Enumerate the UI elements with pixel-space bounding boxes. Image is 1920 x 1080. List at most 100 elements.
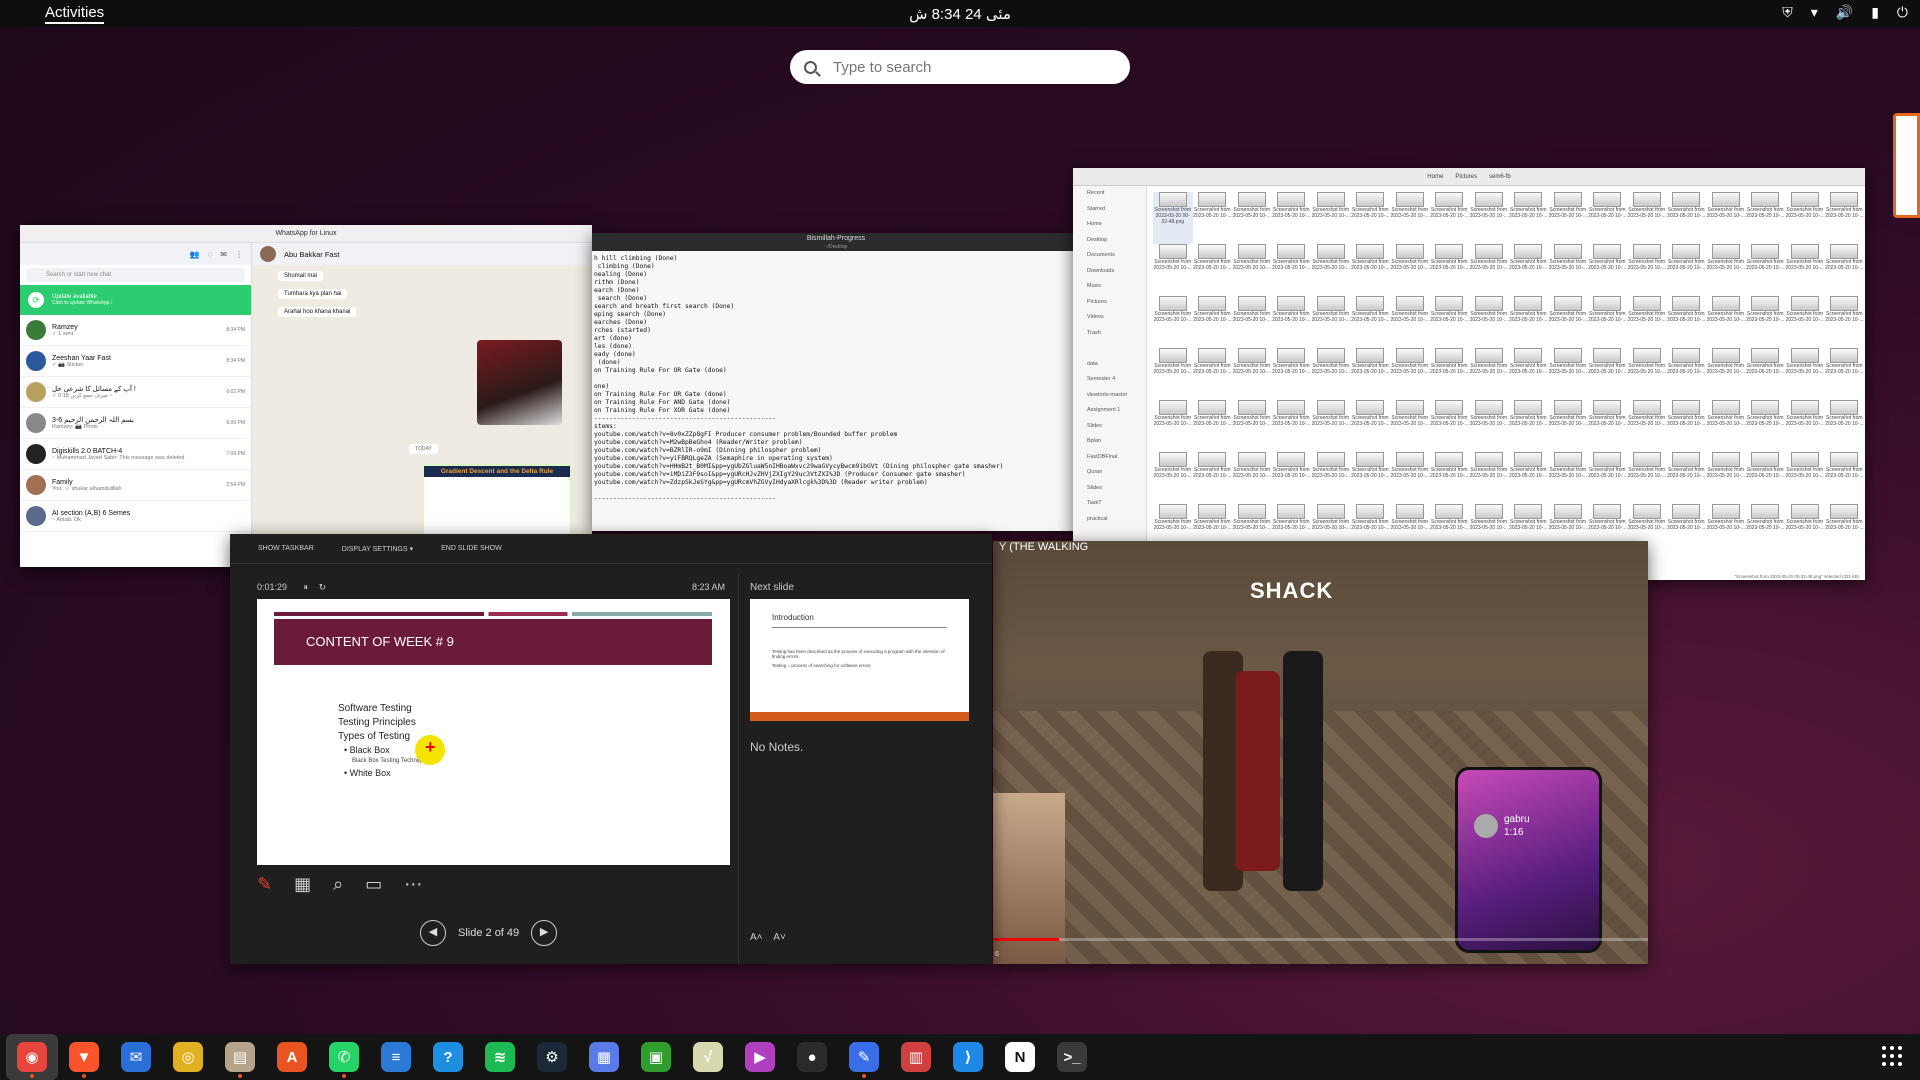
file-item[interactable]: Screenshot from 2023-05-20 10-... <box>1193 244 1233 296</box>
slide-counter[interactable]: Slide 2 of 49 <box>458 927 519 939</box>
sidebar-item[interactable]: practical <box>1073 516 1146 532</box>
file-item[interactable]: Screenshot from 2023-05-20 10-... <box>1667 348 1707 400</box>
file-item[interactable]: Screenshot from 2023-05-20 10-... <box>1627 244 1667 296</box>
file-item[interactable]: Screenshot from 2023-05-20 10-... <box>1825 504 1865 556</box>
help-icon[interactable]: ? <box>433 1042 463 1072</box>
file-item[interactable]: Screenshot from 2023-05-20 10-... <box>1153 452 1193 504</box>
file-item[interactable]: Screenshot from 2023-05-20 10-... <box>1272 244 1312 296</box>
sidebar-item[interactable]: Semester 4 <box>1073 376 1146 392</box>
file-item[interactable]: Screenshot from 2023-05-20 10-... <box>1746 296 1786 348</box>
file-item[interactable]: Screenshot from 2023-05-20 10-... <box>1430 400 1470 452</box>
avatar[interactable] <box>26 351 46 371</box>
dock-item[interactable]: ▤ <box>214 1034 266 1080</box>
sidebar-item[interactable]: data <box>1073 361 1146 377</box>
dock-item[interactable]: ▶ <box>734 1034 786 1080</box>
show-applications-icon[interactable] <box>1882 1046 1902 1066</box>
file-item[interactable]: Screenshot from 2023-05-20 10-... <box>1351 296 1391 348</box>
libreoffice-writer-icon[interactable]: ≡ <box>381 1042 411 1072</box>
file-item[interactable]: Screenshot from 2023-05-20 10-... <box>1390 192 1430 244</box>
dock-item[interactable]: ✎ <box>838 1034 890 1080</box>
file-item[interactable]: Screenshot from 2023-05-20 10-... <box>1311 244 1351 296</box>
video-player-icon[interactable]: ▶ <box>745 1042 775 1072</box>
file-item[interactable]: Screenshot from 2023-05-20 10-... <box>1509 348 1549 400</box>
file-item[interactable]: Screenshot from 2023-05-20 10-... <box>1785 296 1825 348</box>
file-item[interactable]: Screenshot from 2023-05-20 10-... <box>1825 452 1865 504</box>
software-center-icon[interactable]: A <box>277 1042 307 1072</box>
dock-item[interactable]: ▥ <box>890 1034 942 1080</box>
avatar[interactable] <box>26 475 46 495</box>
screenshot-icon[interactable]: ▦ <box>589 1042 619 1072</box>
sidebar-item[interactable]: Recent <box>1073 190 1146 206</box>
file-item[interactable]: Screenshot from 2023-05-20 10-... <box>1825 400 1865 452</box>
file-item[interactable]: Screenshot from 2023-05-20 10-... <box>1667 504 1707 556</box>
whatsapp-window[interactable]: WhatsApp for Linux 👥 ◌ ✉ ⋮ Search or sta… <box>20 225 592 567</box>
file-item[interactable]: Screenshot from 2023-05-20 10-... <box>1785 244 1825 296</box>
conversation-header[interactable]: Abu Bakkar Fast <box>252 243 592 265</box>
files-window[interactable]: Home Pictures sem6-fb Recent Starred Home D… <box>1073 168 1865 580</box>
wifi-icon[interactable]: ▾ <box>1811 4 1818 21</box>
community-icon[interactable]: 👥 <box>190 250 200 259</box>
file-item[interactable]: Screenshot from 2023-05-20 10-... <box>1548 192 1588 244</box>
file-item[interactable]: Screenshot from 2023-05-20 10-... <box>1548 348 1588 400</box>
path-segment[interactable]: Pictures <box>1455 174 1477 180</box>
file-item[interactable]: Screenshot from 2023-05-20 10-... <box>1193 452 1233 504</box>
file-item[interactable]: Screenshot from 2023-05-20 10-... <box>1509 296 1549 348</box>
file-item[interactable]: Screenshot from 2023-05-20 10-... <box>1153 296 1193 348</box>
dock-item[interactable]: ▼ <box>58 1034 110 1080</box>
file-item[interactable]: Screenshot from 2023-05-20 10-... <box>1588 244 1628 296</box>
dock-item[interactable]: ▦ <box>578 1034 630 1080</box>
file-item[interactable]: Screenshot from 2023-05-20 10-... <box>1706 452 1746 504</box>
text-editor-icon[interactable]: ✎ <box>849 1042 879 1072</box>
system-monitor-icon[interactable]: ▣ <box>641 1042 671 1072</box>
file-item[interactable]: Screenshot from 2023-05-20 10-... <box>1351 452 1391 504</box>
terminal-icon[interactable]: >_ <box>1057 1042 1087 1072</box>
avatar[interactable] <box>260 246 276 262</box>
file-item[interactable]: Screenshot from 2023-05-20 10-... <box>1272 296 1312 348</box>
see-all-slides-icon[interactable]: ▦ <box>294 874 311 895</box>
sidebar-item[interactable]: Downloads <box>1073 268 1146 284</box>
chat-search-input[interactable]: Search or start new chat <box>26 268 245 282</box>
file-item[interactable]: Screenshot from 2023-05-20 10-... <box>1311 296 1351 348</box>
files-icon[interactable]: ▤ <box>225 1042 255 1072</box>
display-settings-button[interactable]: DISPLAY SETTINGS ▾ <box>342 545 413 553</box>
github-icon[interactable]: ● <box>797 1042 827 1072</box>
file-item[interactable]: Screenshot from 2023-05-20 10-... <box>1706 192 1746 244</box>
file-item[interactable]: Screenshot from 2023-05-20 10-... <box>1509 192 1549 244</box>
file-item[interactable]: Screenshot from 2023-05-20 10-... <box>1627 400 1667 452</box>
sidebar-item[interactable] <box>1073 345 1146 361</box>
file-item[interactable]: Screenshot from 2023-05-20 10-... <box>1232 400 1272 452</box>
file-item[interactable]: Screenshot from 2023-05-20 10-... <box>1351 348 1391 400</box>
sidebar-item[interactable]: Music <box>1073 283 1146 299</box>
file-item[interactable]: Screenshot from 2023-05-20 10-... <box>1311 400 1351 452</box>
sidebar-item[interactable]: FastDBFinal <box>1073 454 1146 470</box>
file-item[interactable]: Screenshot from 2023-05-20 10-... <box>1193 348 1233 400</box>
avatar[interactable] <box>26 382 46 402</box>
file-item[interactable]: Screenshot from 2023-05-20 10-... <box>1193 400 1233 452</box>
file-item[interactable]: Screenshot from 2023-05-20 10-... <box>1469 244 1509 296</box>
path-segment[interactable]: Home <box>1427 174 1443 180</box>
file-item[interactable]: Screenshot from 2023-05-20 10-... <box>1825 296 1865 348</box>
sidebar-item[interactable]: Videos <box>1073 314 1146 330</box>
chat-list-item[interactable]: AI section (A,B) 6 Semes ~ Abtab: Ok <box>20 501 251 532</box>
whatsapp-icon[interactable]: ✆ <box>329 1042 359 1072</box>
file-item[interactable]: Screenshot from 2023-05-20 10-... <box>1390 296 1430 348</box>
end-show-button[interactable]: END SLIDE SHOW <box>441 545 502 552</box>
file-item[interactable]: Screenshot from 2023-05-20 10-... <box>1746 400 1786 452</box>
sidebar-item[interactable]: vlewtorts-master <box>1073 392 1146 408</box>
sidebar-item[interactable]: Slides <box>1073 423 1146 439</box>
next-slide-button[interactable]: ▶ <box>531 920 558 946</box>
decrease-font-icon[interactable]: A˅ <box>773 932 786 943</box>
sidebar-item[interactable]: Trash <box>1073 330 1146 346</box>
new-chat-icon[interactable]: ✉ <box>220 250 227 259</box>
status-icon[interactable]: ◌ <box>208 250 213 259</box>
chat-list-item[interactable]: Digiskills 2.0 BATCH-4 ~ Muhammad Javed … <box>20 439 251 470</box>
file-item[interactable]: Screenshot from 2023-05-20 10-... <box>1825 192 1865 244</box>
sidebar-item[interactable]: Quran <box>1073 469 1146 485</box>
file-item[interactable]: Screenshot from 2023-05-20 10-... <box>1311 192 1351 244</box>
sidebar-item[interactable]: Desktop <box>1073 237 1146 253</box>
file-item[interactable]: Screenshot from 2023-05-20 10-... <box>1193 296 1233 348</box>
video-progress-bar[interactable] <box>993 938 1648 941</box>
file-item[interactable]: Screenshot from 2023-05-20 10-... <box>1746 348 1786 400</box>
dock-item[interactable]: ≋ <box>474 1034 526 1080</box>
file-item[interactable]: Screenshot from 2023-05-20 10-... <box>1785 452 1825 504</box>
